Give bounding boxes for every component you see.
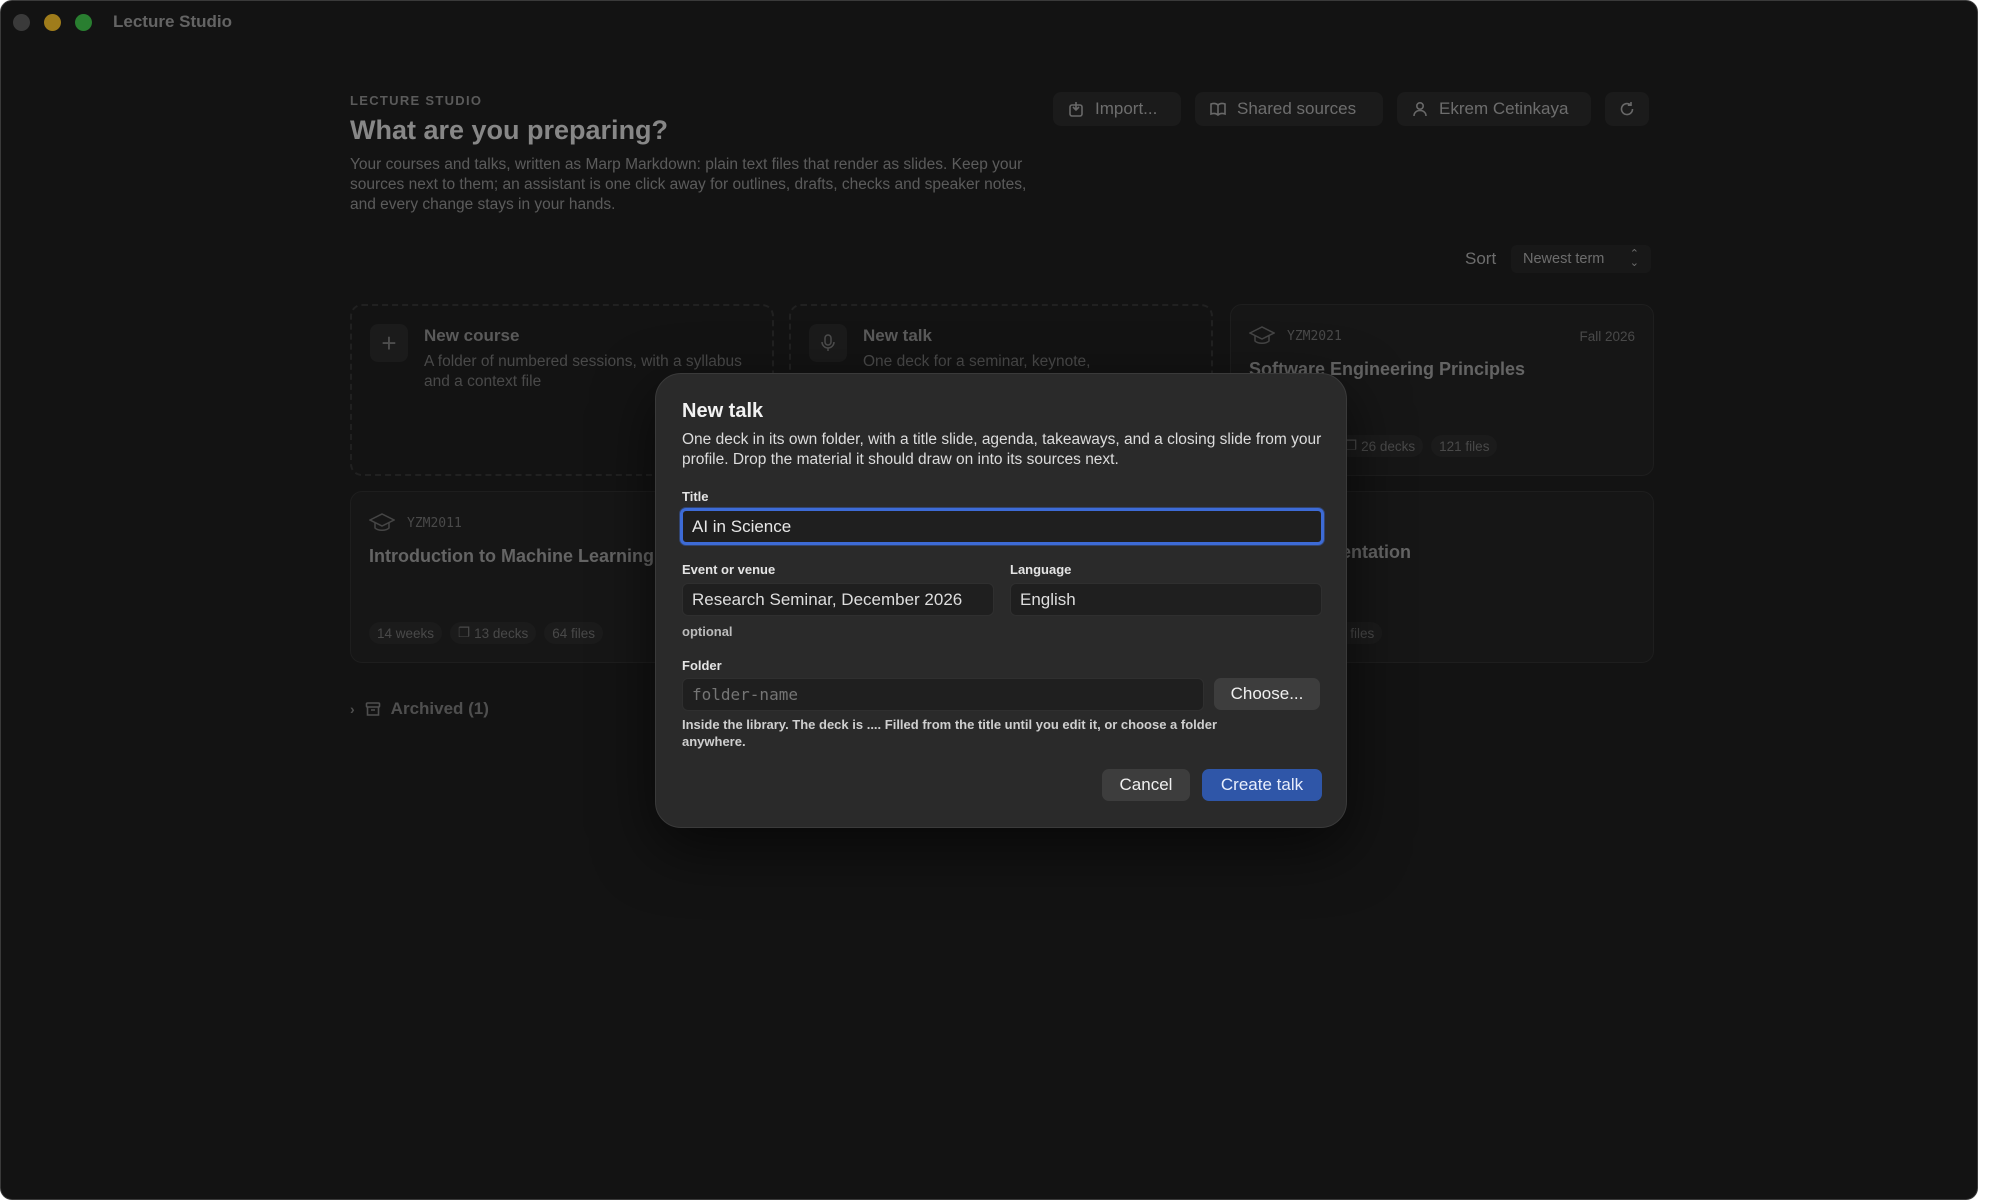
folder-label: Folder <box>682 658 722 673</box>
dialog-title: New talk <box>682 400 764 422</box>
choose-folder-button[interactable]: Choose... <box>1214 678 1320 710</box>
language-input[interactable]: English <box>1010 583 1322 616</box>
cancel-button[interactable]: Cancel <box>1102 769 1190 801</box>
venue-input[interactable]: Research Seminar, December 2026 <box>682 583 994 616</box>
venue-label: Event or venue <box>682 562 776 577</box>
venue-value: Research Seminar, December 2026 <box>692 589 963 609</box>
title-value: AI in Science <box>692 516 792 536</box>
new-talk-dialog: New talk One deck in its own folder, wit… <box>655 373 1347 828</box>
folder-input[interactable] <box>682 678 1204 711</box>
folder-help-text: Inside the library. The deck is .... Fil… <box>682 717 1218 749</box>
venue-optional-hint: optional <box>682 624 733 639</box>
dialog-description: One deck in its own folder, with a title… <box>682 431 1322 468</box>
create-talk-button[interactable]: Create talk <box>1202 769 1322 801</box>
title-label: Title <box>682 489 709 504</box>
app-window: Lecture Studio LECTURE STUDIO What are y… <box>0 0 1978 1200</box>
language-value: English <box>1020 589 1076 609</box>
title-input[interactable]: AI in Science <box>680 508 1324 545</box>
language-label: Language <box>1010 562 1072 577</box>
